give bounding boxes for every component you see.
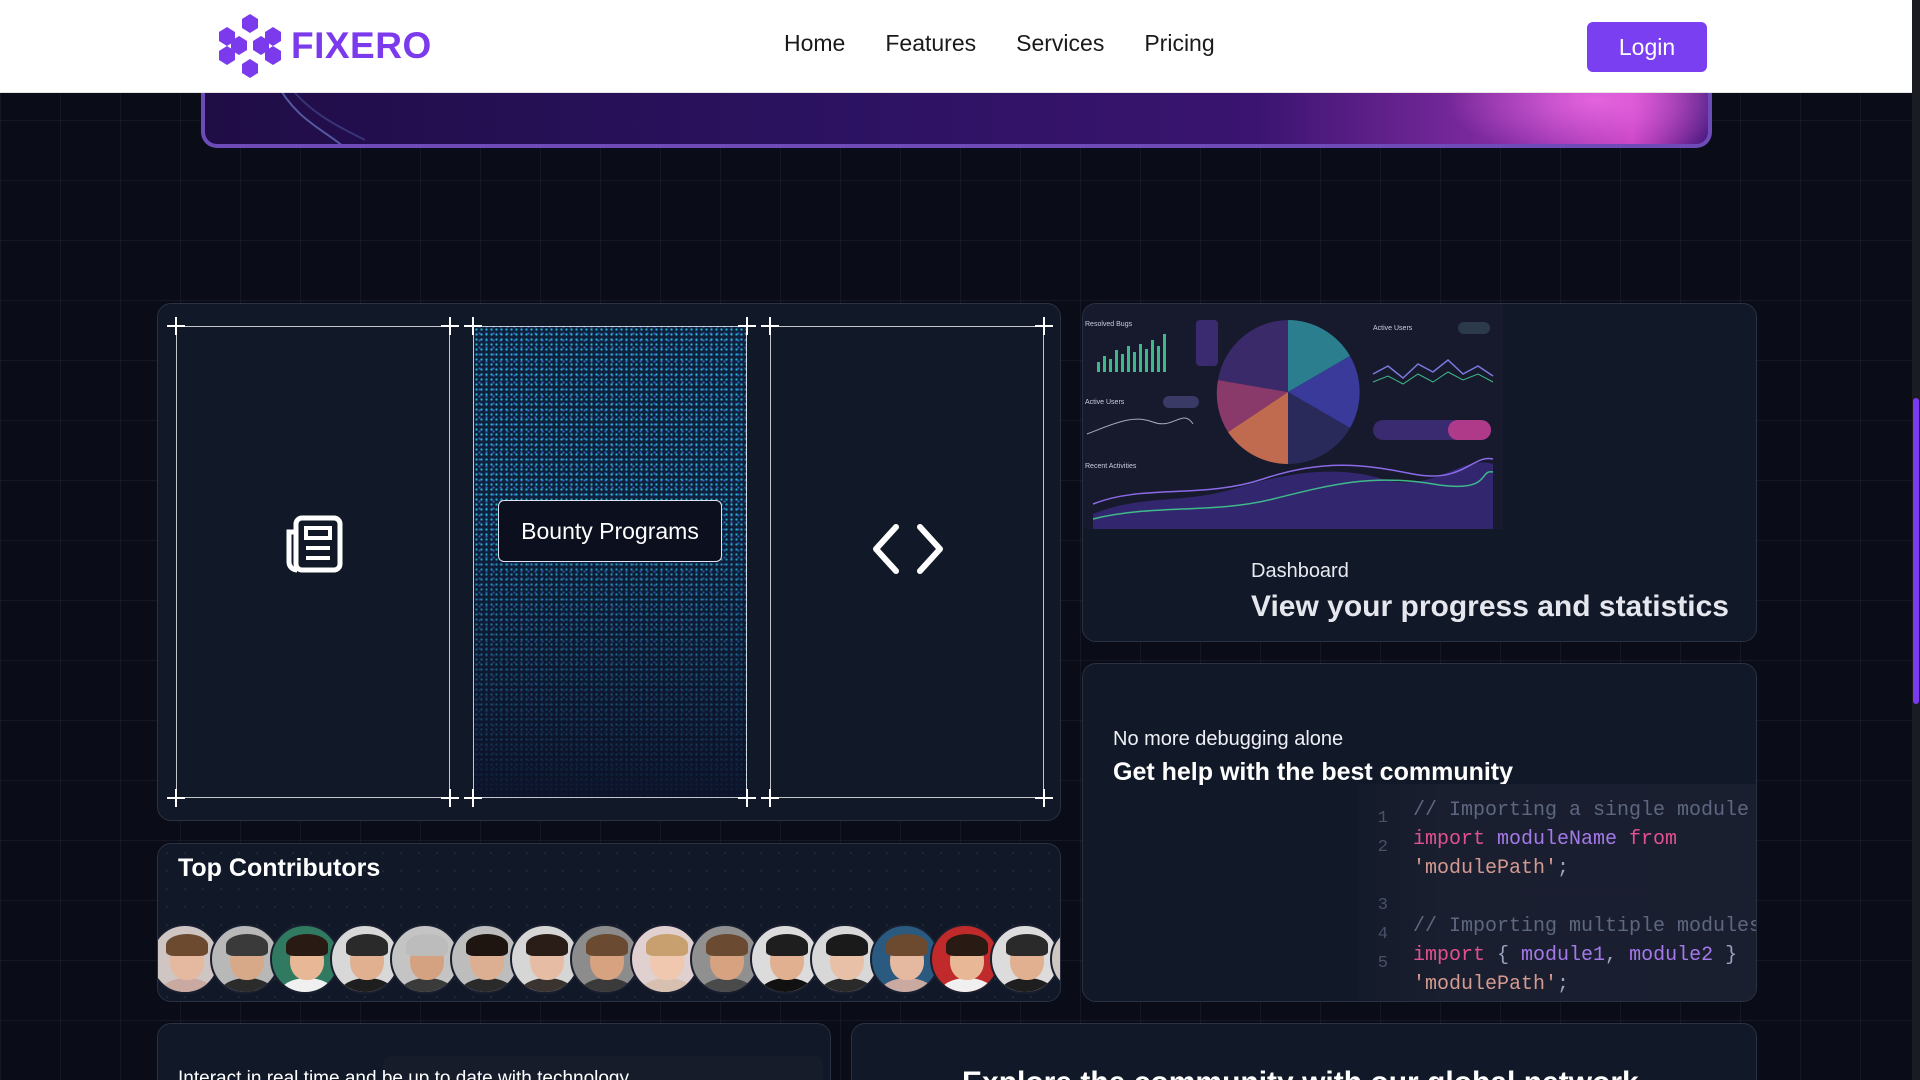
- community-subtitle: No more debugging alone: [1113, 728, 1344, 750]
- feature-column-bounty[interactable]: [473, 326, 747, 798]
- dashboard-title: View your progress and statistics: [1251, 590, 1729, 623]
- corner-plus: [738, 317, 756, 335]
- community-card[interactable]: No more debugging alone Get help with th…: [1082, 663, 1757, 1002]
- corner-plus: [1035, 317, 1053, 335]
- corner-plus: [167, 317, 185, 335]
- newspaper-icon: [286, 515, 343, 573]
- logo[interactable]: FIXERO: [219, 14, 432, 78]
- preview-label: Active Users: [1085, 399, 1125, 406]
- navbar: FIXERO Home Features Services Pricing Lo…: [0, 0, 1912, 93]
- corner-plus: [441, 317, 459, 335]
- preview-label: Resolved Bugs: [1085, 321, 1133, 328]
- code-text: 'modulePath';: [1413, 973, 1570, 996]
- dashboard-preview-image: Resolved Bugs Active Users Recent Activi…: [1083, 304, 1503, 529]
- corner-plus: [761, 317, 779, 335]
- dashboard-subtitle: Dashboard: [1251, 560, 1349, 582]
- top-contributors-title: Top Contributors: [178, 854, 381, 882]
- dashboard-card[interactable]: Resolved Bugs Active Users Recent Activi…: [1082, 303, 1757, 642]
- corner-plus: [167, 789, 185, 807]
- global-network-card[interactable]: Explore the community with our global ne…: [851, 1023, 1757, 1080]
- login-button[interactable]: Login: [1587, 22, 1707, 72]
- global-network-title: Explore the community with our global ne…: [962, 1066, 1639, 1080]
- logo-text: FIXERO: [291, 25, 432, 66]
- code-text: // Importing multiple modules: [1413, 915, 1757, 938]
- code-line: 'modulePath';: [1358, 970, 1756, 999]
- logo-icon: [219, 14, 281, 78]
- nav-link-services[interactable]: Services: [1016, 30, 1104, 57]
- corner-plus: [738, 789, 756, 807]
- community-title: Get help with the best community: [1113, 758, 1514, 786]
- nav-links: Home Features Services Pricing: [784, 30, 1215, 57]
- feature-column-news[interactable]: [176, 326, 450, 798]
- code-brackets-icon: [873, 524, 943, 574]
- nav-link-features[interactable]: Features: [885, 30, 976, 57]
- feature-panel: [157, 303, 1061, 821]
- corner-plus: [761, 789, 779, 807]
- bounty-programs-label[interactable]: Bounty Programs: [498, 500, 722, 562]
- matrix-fade: [474, 327, 746, 797]
- nav-link-home[interactable]: Home: [784, 30, 845, 57]
- code-line: 4// Importing multiple modules: [1358, 912, 1757, 944]
- preview-label: Recent Activities: [1085, 463, 1137, 470]
- code-text: import moduleName from: [1413, 828, 1678, 851]
- corner-plus: [1035, 789, 1053, 807]
- corner-plus: [441, 789, 459, 807]
- nav-link-pricing[interactable]: Pricing: [1144, 30, 1214, 57]
- code-line: 5 import { module1, module2 }: [1358, 941, 1756, 973]
- code-text: 'modulePath';: [1413, 857, 1570, 880]
- code-line: 3: [1358, 883, 1756, 915]
- code-line: 2 import moduleName from: [1358, 825, 1756, 857]
- scrollbar-thumb[interactable]: [1913, 398, 1919, 704]
- corner-plus: [464, 789, 482, 807]
- code-text: // Importing a single module: [1413, 799, 1750, 822]
- code-line: 1// Importing a single module: [1358, 796, 1756, 828]
- corner-plus: [464, 317, 482, 335]
- code-text: import { module1, module2 }: [1413, 944, 1738, 967]
- realtime-card[interactable]: Interact in real time and be up to date …: [157, 1023, 831, 1080]
- preview-label: Active Users: [1373, 325, 1413, 332]
- realtime-text: Interact in real time and be up to date …: [178, 1068, 629, 1080]
- code-snippet-panel: 1// Importing a single module 2 import mod…: [1358, 784, 1757, 1001]
- feature-column-code[interactable]: [770, 326, 1044, 798]
- top-contributors-card: Top Contributors: [157, 843, 1061, 1002]
- code-line: 'modulePath';: [1358, 854, 1756, 883]
